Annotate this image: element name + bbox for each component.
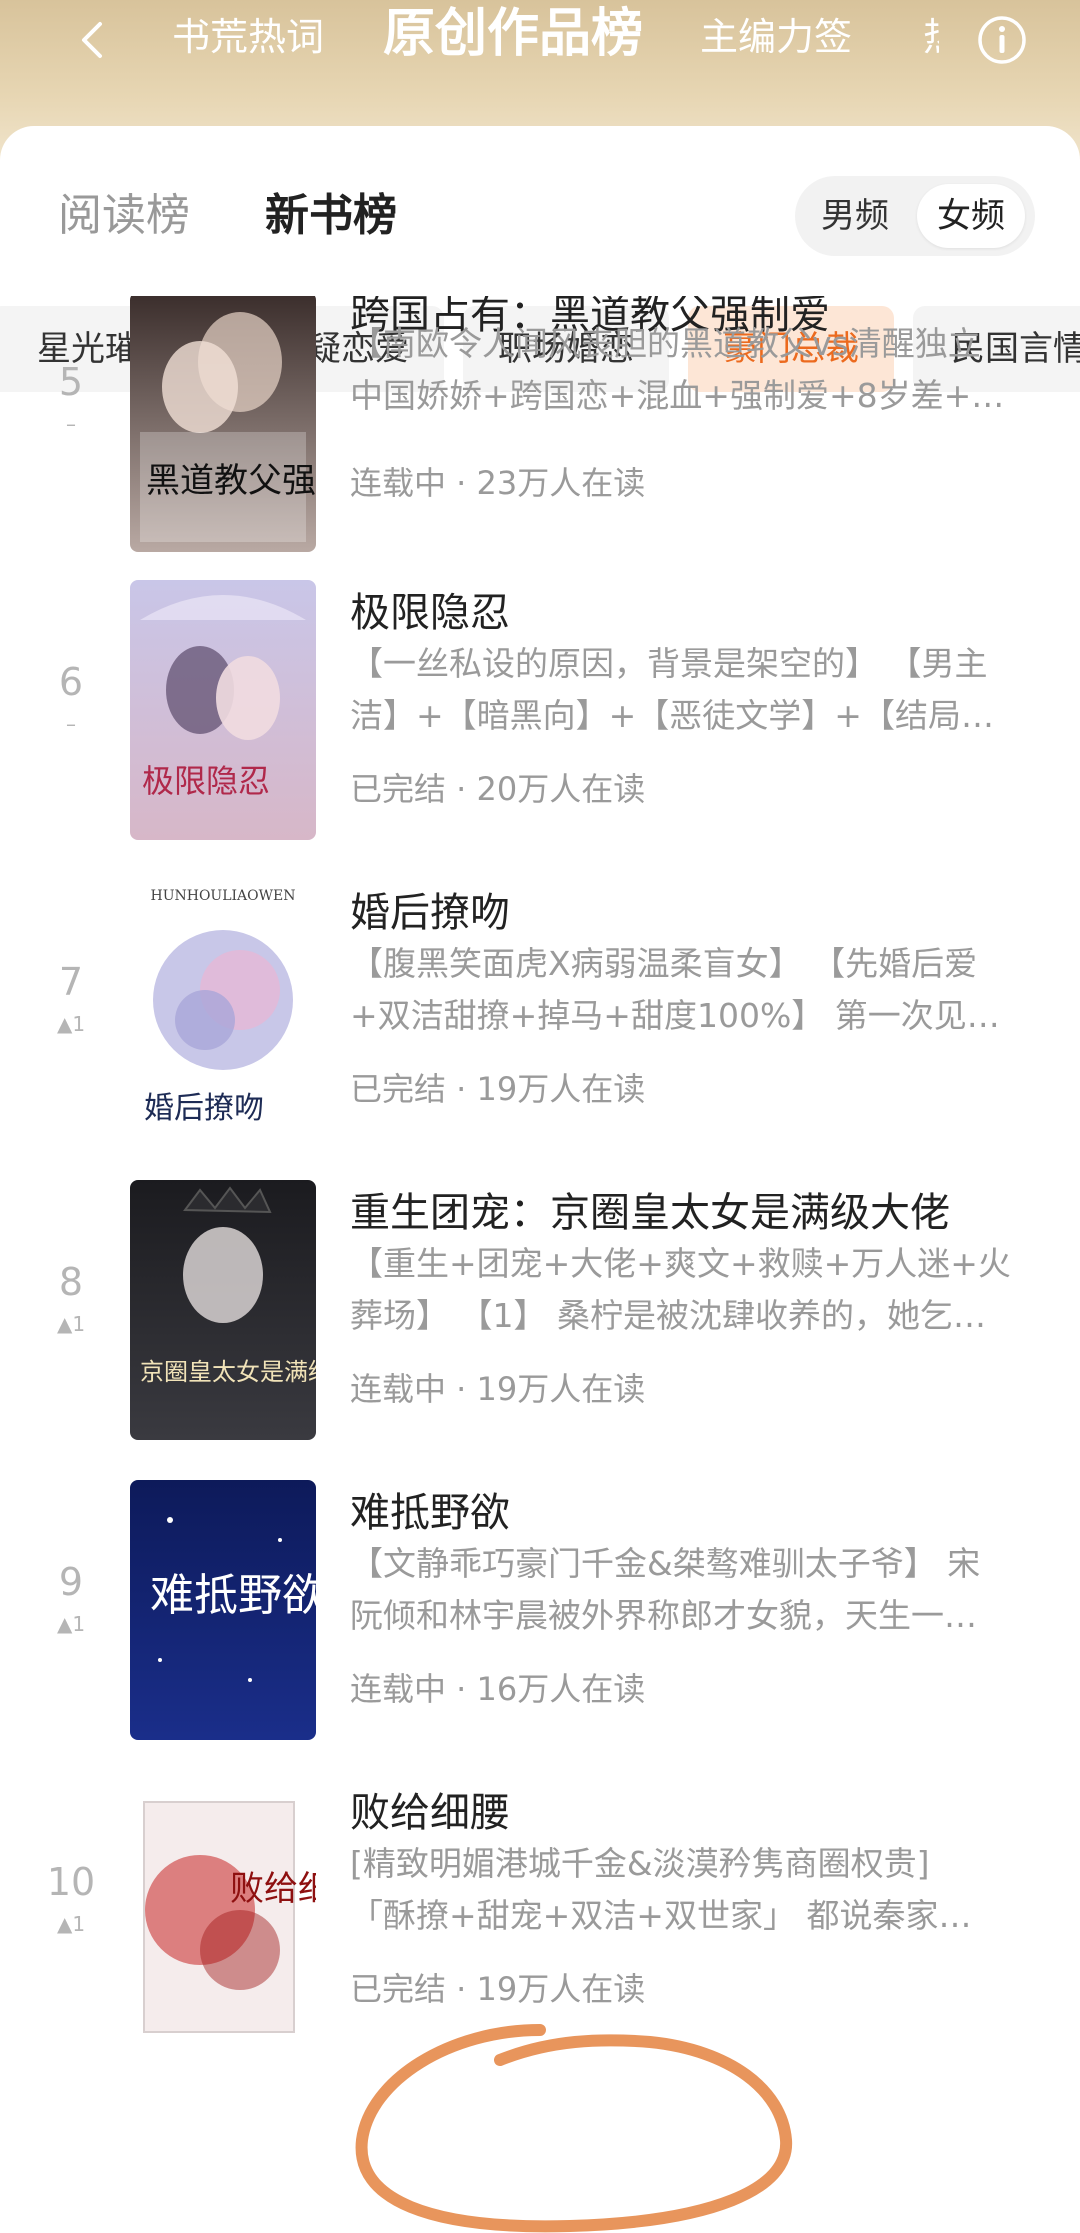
- rank-change: ▲1: [56, 1012, 86, 1036]
- rank-number: 9: [58, 1560, 84, 1604]
- rank-change: ▲1: [56, 1612, 86, 1636]
- list-item[interactable]: 5 – 黑道教父强制爱 跨国占有：黑道教父强制爱 【南欧令人闻风丧胆的黑道教父v…: [0, 296, 1080, 568]
- book-cover[interactable]: 黑道教父强制爱: [130, 296, 316, 552]
- book-meta: 连载中 · 23万人在读: [350, 464, 646, 502]
- book-description-line2: 葬场】 【1】 桑柠是被沈肆收养的，她乞…: [350, 1296, 986, 1335]
- book-cover[interactable]: 难抵野欲: [130, 1480, 316, 1740]
- gender-male-option[interactable]: 男频: [805, 184, 905, 248]
- book-description-line1: 【南欧令人闻风丧胆的黑道教父vs清醒独立: [350, 324, 981, 363]
- gender-female-option[interactable]: 女频: [917, 184, 1025, 248]
- tab-reading-ranking[interactable]: 阅读榜: [58, 186, 190, 246]
- back-arrow-icon[interactable]: [72, 18, 116, 62]
- info-icon[interactable]: [976, 14, 1028, 66]
- rank-number: 8: [58, 1260, 84, 1304]
- list-item[interactable]: 6 – 极限隐忍 极限隐忍 【一丝私设的原因，背景是架空的】 【男主 洁】+【暗…: [0, 568, 1080, 868]
- book-description-line2: 阮倾和林宇晨被外界称郎才女貌，天生一…: [350, 1596, 977, 1635]
- book-description-line2: +双洁甜撩+掉马+甜度100%】 第一次见…: [350, 996, 1000, 1035]
- book-title[interactable]: 难抵野欲: [350, 1480, 510, 1538]
- cover-title-text: 败给细腰: [230, 1869, 316, 1909]
- book-cover[interactable]: 京圈皇太女是满级大佬: [130, 1180, 316, 1440]
- cover-title-text: 黑道教父强制爱: [146, 461, 316, 501]
- cover-title-text: 婚后撩吻: [144, 1091, 264, 1126]
- cover-title-text: 难抵野欲: [150, 1570, 316, 1621]
- cover-title-text: 京圈皇太女是满级大佬: [140, 1358, 316, 1386]
- list-item[interactable]: 7 ▲1 HUNHOULIAOWEN 婚后撩吻 婚后撩吻 【腹黑笑面虎X病弱温柔…: [0, 868, 1080, 1168]
- rank-change: –: [66, 412, 76, 436]
- book-description-line1: [精致明媚港城千金&淡漠矜隽商圈权贵]: [350, 1844, 930, 1883]
- book-meta: 已完结 · 20万人在读: [350, 770, 646, 808]
- book-title[interactable]: 婚后撩吻: [350, 880, 510, 938]
- book-meta: 已完结 · 19万人在读: [350, 1970, 646, 2008]
- book-meta: 连载中 · 19万人在读: [350, 1370, 646, 1408]
- book-title[interactable]: 重生团宠：京圈皇太女是满级大佬: [350, 1180, 950, 1238]
- tab-new-book-ranking[interactable]: 新书榜: [265, 186, 397, 246]
- book-title[interactable]: 败给细腰: [350, 1780, 510, 1838]
- book-cover[interactable]: HUNHOULIAOWEN 婚后撩吻: [130, 880, 316, 1140]
- rank-change: ▲1: [56, 1312, 86, 1336]
- book-cover[interactable]: 极限隐忍: [130, 580, 316, 840]
- list-item[interactable]: 9 ▲1 难抵野欲 难抵野欲 【文静乖巧豪门千金&桀骜难驯太子爷】 宋 阮倾和林…: [0, 1468, 1080, 1768]
- gender-toggle: 男频 女频: [795, 176, 1035, 256]
- book-description-line2: 洁】+【暗黑向】+【恶徒文学】+【结局…: [350, 696, 994, 735]
- book-description-line2: 中国娇娇+跨国恋+混血+强制爱+8岁差+性…: [350, 376, 1030, 415]
- tab-hot-partial[interactable]: 热: [923, 10, 939, 64]
- book-meta: 连载中 · 16万人在读: [350, 1670, 646, 1708]
- rank-number: 6: [58, 660, 84, 704]
- rank-number: 5: [58, 360, 84, 404]
- book-description-line1: 【一丝私设的原因，背景是架空的】 【男主: [350, 644, 988, 683]
- book-cover[interactable]: 败给细腰: [130, 1780, 316, 2040]
- cover-top-text: HUNHOULIAOWEN: [150, 888, 295, 904]
- list-item[interactable]: 10 ▲1 败给细腰 败给细腰 [精致明媚港城千金&淡漠矜隽商圈权贵] 「酥撩+…: [0, 1768, 1080, 2068]
- cover-title-text: 极限隐忍: [142, 762, 270, 800]
- tab-book-hot-words[interactable]: 书荒热词: [172, 10, 324, 64]
- book-title[interactable]: 极限隐忍: [350, 580, 510, 638]
- book-meta: 已完结 · 19万人在读: [350, 1070, 646, 1108]
- rank-change: ▲1: [56, 1912, 86, 1936]
- list-item[interactable]: 8 ▲1 京圈皇太女是满级大佬 重生团宠：京圈皇太女是满级大佬 【重生+团宠+大…: [0, 1168, 1080, 1468]
- book-description-line1: 【腹黑笑面虎X病弱温柔盲女】 【先婚后爱: [350, 944, 978, 983]
- rank-number: 7: [58, 960, 84, 1004]
- rank-number: 10: [46, 1860, 96, 1904]
- book-description-line1: 【文静乖巧豪门千金&桀骜难驯太子爷】 宋: [350, 1544, 981, 1583]
- book-description-line2: 「酥撩+甜宠+双洁+双世家」 都说秦家…: [350, 1896, 972, 1935]
- book-description-line1: 【重生+团宠+大佬+爽文+救赎+万人迷+火: [350, 1244, 1011, 1283]
- book-list: 5 – 黑道教父强制爱 跨国占有：黑道教父强制爱 【南欧令人闻风丧胆的黑道教父v…: [0, 296, 1080, 2107]
- tab-original-works-ranking[interactable]: 原创作品榜: [383, 2, 643, 66]
- tab-editor-picks[interactable]: 主编力签: [700, 10, 852, 64]
- rank-change: –: [66, 712, 76, 736]
